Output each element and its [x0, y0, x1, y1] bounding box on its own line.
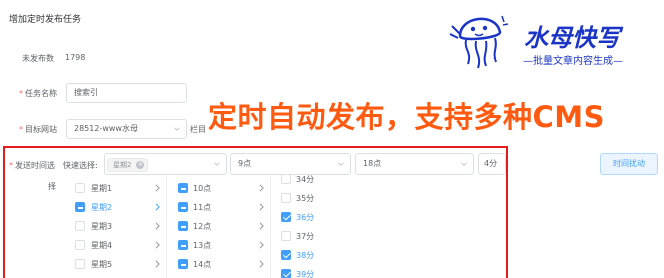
- logo-subtitle: —批量文章内容生成—: [523, 56, 623, 67]
- target-site-label: * 目标网站: [19, 125, 57, 134]
- logo-title: 水母快写: [524, 24, 620, 52]
- column-label: 栏目: [190, 125, 206, 134]
- chevron-down-icon: [174, 127, 180, 131]
- task-name-label-text: 任务名称: [25, 89, 57, 98]
- target-site-select[interactable]: 28512-www水母: [66, 119, 187, 139]
- target-site-label-text: 目标网站: [25, 125, 57, 134]
- task-name-input[interactable]: 搜索引: [66, 83, 187, 103]
- page-title: 增加定时发布任务: [9, 15, 82, 25]
- task-name-label: * 任务名称: [19, 89, 57, 98]
- highlight-frame: [3, 146, 508, 278]
- target-site-value: 28512-www水母: [74, 124, 138, 133]
- jellyfish-logo-icon: [449, 15, 509, 69]
- unpublished-label: 未发布数: [22, 54, 54, 63]
- unpublished-value: 1798: [65, 53, 86, 62]
- time-perturb-button[interactable]: 时间扰动: [600, 153, 658, 175]
- promo-banner: 定时自动发布，支持多种CMS: [208, 100, 606, 134]
